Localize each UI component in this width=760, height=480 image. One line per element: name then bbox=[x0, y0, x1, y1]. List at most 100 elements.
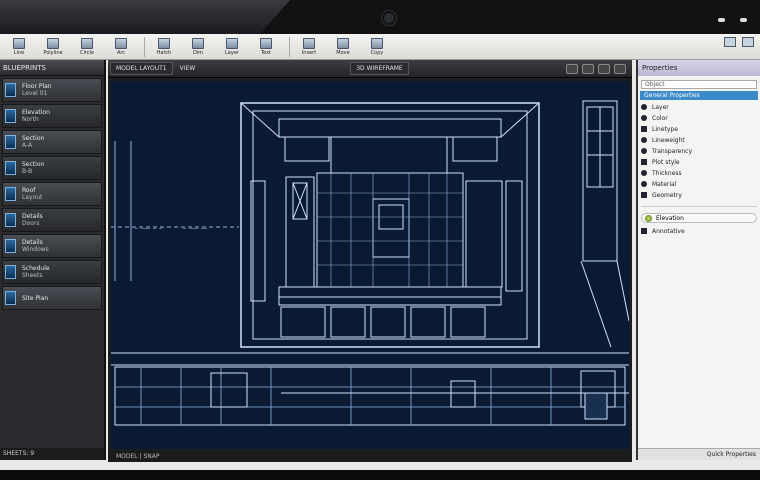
property-row[interactable]: Plot style bbox=[641, 157, 757, 167]
sheet-label: Elevation North bbox=[22, 109, 50, 123]
sheet-subtitle: B-B bbox=[22, 168, 33, 175]
selected-property-row[interactable]: General Properties bbox=[640, 91, 758, 100]
ribbon-separator bbox=[144, 36, 145, 57]
window-controls bbox=[724, 37, 754, 47]
elevation-field[interactable]: Elevation bbox=[641, 213, 757, 223]
sheet-list-item[interactable]: Schedule Sheets bbox=[2, 260, 102, 284]
property-bullet-icon bbox=[641, 148, 647, 154]
ribbon-button[interactable]: Dim bbox=[183, 36, 213, 58]
panel-title: Properties bbox=[638, 60, 760, 76]
ribbon-button[interactable]: Insert bbox=[294, 36, 324, 58]
svg-text:— ——— — —: — ——— — — bbox=[135, 226, 163, 232]
ribbon-button[interactable]: Polyline bbox=[38, 36, 68, 58]
sheet-subtitle: North bbox=[22, 116, 39, 123]
device-frame: Line Polyline Circle Arc Hatch Dim Layer Text In… bbox=[0, 0, 760, 480]
sheet-thumbnail-icon bbox=[5, 239, 16, 253]
move-icon bbox=[337, 37, 349, 49]
sheet-label: Site Plan bbox=[22, 295, 48, 302]
sheet-title: Details bbox=[22, 213, 43, 220]
zoom-icon[interactable] bbox=[582, 63, 594, 74]
ribbon-button[interactable]: Copy bbox=[362, 36, 392, 58]
property-row[interactable]: Geometry bbox=[641, 190, 757, 200]
property-label: Lineweight bbox=[652, 136, 685, 144]
ribbon-button-label: Layer bbox=[225, 49, 239, 56]
property-row[interactable]: Lineweight bbox=[641, 135, 757, 145]
sheet-thumbnail-icon bbox=[5, 187, 16, 201]
ribbon-toolbar: Line Polyline Circle Arc Hatch Dim Layer Text In… bbox=[0, 34, 760, 60]
sheet-title: Section bbox=[22, 161, 45, 168]
sheet-list-item[interactable]: Details Windows bbox=[2, 234, 102, 258]
ribbon-button[interactable]: Line bbox=[4, 36, 34, 58]
sheet-list-item[interactable]: Section B-B bbox=[2, 156, 102, 180]
svg-text:— ——— ——: — ——— —— bbox=[183, 226, 208, 232]
quick-properties-footer[interactable]: Quick Properties bbox=[638, 448, 760, 460]
globe-icon bbox=[645, 214, 652, 222]
copy-icon bbox=[371, 37, 383, 49]
property-bullet-icon bbox=[641, 170, 647, 176]
ribbon-button[interactable]: Text bbox=[251, 36, 281, 58]
property-label: Linetype bbox=[652, 125, 678, 133]
webcam-icon bbox=[382, 11, 396, 25]
property-row[interactable]: Color bbox=[641, 113, 757, 123]
property-label: Plot style bbox=[652, 158, 680, 166]
ribbon-button[interactable]: Layer bbox=[217, 36, 247, 58]
annotative-row[interactable]: Annotative bbox=[641, 226, 757, 236]
sheet-thumbnail-icon bbox=[5, 161, 16, 175]
sheet-list-item[interactable]: Site Plan bbox=[2, 286, 102, 310]
title-bar bbox=[0, 0, 290, 34]
sheet-title: Elevation bbox=[22, 109, 50, 116]
property-bullet-icon bbox=[641, 115, 647, 121]
object-filter-input[interactable]: Object bbox=[641, 80, 757, 89]
property-bullet-icon bbox=[641, 126, 647, 132]
sheet-thumbnail-icon bbox=[5, 83, 16, 97]
ribbon-button-label: Text bbox=[260, 49, 272, 56]
ribbon-button[interactable]: Arc bbox=[106, 36, 136, 58]
sheet-list-item[interactable]: Elevation North bbox=[2, 104, 102, 128]
sheet-label: Roof Layout bbox=[22, 187, 42, 201]
ribbon-button[interactable]: Hatch bbox=[149, 36, 179, 58]
help-icon[interactable] bbox=[724, 37, 736, 47]
property-bullet-icon bbox=[641, 104, 647, 110]
sheet-thumbnail-icon bbox=[5, 213, 16, 227]
sheet-title: Floor Plan bbox=[22, 83, 52, 90]
sheet-label: Details Doors bbox=[22, 213, 43, 227]
sheet-title: Roof bbox=[22, 187, 36, 194]
property-row[interactable]: Material bbox=[641, 179, 757, 189]
property-row[interactable]: Transparency bbox=[641, 146, 757, 156]
property-label: Transparency bbox=[652, 147, 693, 155]
ribbon-button-label: Polyline bbox=[43, 49, 63, 56]
sheet-subtitle: Sheets bbox=[22, 272, 43, 279]
tab-model[interactable]: MODEL LAYOUT1 bbox=[110, 62, 173, 75]
property-label: Material bbox=[652, 180, 677, 188]
ribbon-button[interactable]: Circle bbox=[72, 36, 102, 58]
text-tool-icon bbox=[260, 37, 272, 49]
arc-tool-icon bbox=[115, 37, 127, 49]
sheet-thumbnail-icon bbox=[5, 135, 16, 149]
sheet-list-item[interactable]: Section A-A bbox=[2, 130, 102, 154]
ribbon-button-label: Move bbox=[336, 49, 350, 56]
sheet-label: Floor Plan Level 01 bbox=[22, 83, 52, 97]
tab-view[interactable]: VIEW bbox=[175, 63, 201, 74]
ribbon-button[interactable]: Move bbox=[328, 36, 358, 58]
orbit-icon[interactable] bbox=[598, 63, 610, 74]
sheet-list-item[interactable]: Details Doors bbox=[2, 208, 102, 232]
drawing-canvas[interactable]: — ——— — — — ——— —— bbox=[108, 78, 632, 452]
settings-icon[interactable] bbox=[742, 37, 754, 47]
property-row[interactable]: Thickness bbox=[641, 168, 757, 178]
insert-block-icon bbox=[303, 37, 315, 49]
property-row[interactable]: Linetype bbox=[641, 124, 757, 134]
sheet-thumbnail-icon bbox=[5, 265, 16, 279]
sheet-title: Details bbox=[22, 239, 43, 246]
hatch-icon bbox=[158, 37, 170, 49]
sheet-list-item[interactable]: Floor Plan Level 01 bbox=[2, 78, 102, 102]
application-window: Line Polyline Circle Arc Hatch Dim Layer Text In… bbox=[0, 34, 760, 470]
visual-style-selector[interactable]: 3D WIREFRAME bbox=[350, 62, 409, 75]
property-label: Thickness bbox=[652, 169, 682, 177]
properties-panel: Properties Object General Properties Lay… bbox=[636, 60, 760, 460]
sheet-title: Schedule bbox=[22, 265, 50, 272]
property-row[interactable]: Layer bbox=[641, 102, 757, 112]
field-label: Elevation bbox=[656, 214, 684, 222]
viewcube-icon[interactable] bbox=[614, 63, 626, 74]
pan-icon[interactable] bbox=[566, 63, 578, 74]
sheet-list-item[interactable]: Roof Layout bbox=[2, 182, 102, 206]
